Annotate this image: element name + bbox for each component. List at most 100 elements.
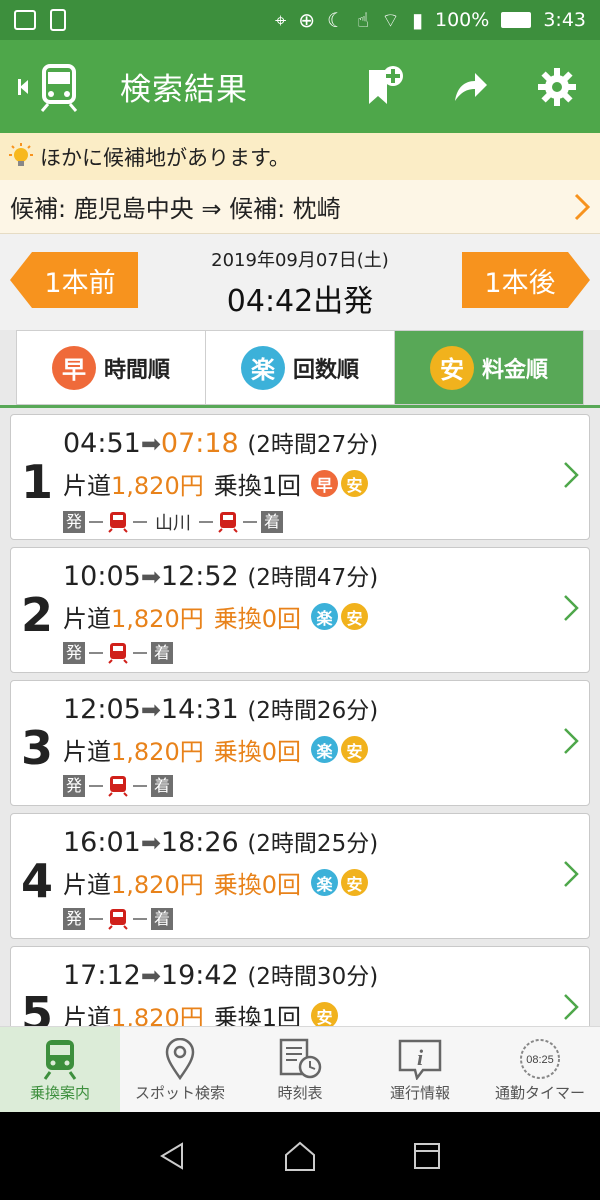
result-card[interactable]: 4 16:01➡18:26 (2時間25分) 片道 1,820円 乗換0回 楽 安… xyxy=(10,813,590,939)
chevron-right-icon xyxy=(564,861,579,887)
route-line: 発 着 xyxy=(63,642,174,664)
train-icon xyxy=(108,909,128,930)
chevron-right-icon xyxy=(564,728,579,754)
result-number: 5 xyxy=(21,987,54,1026)
route-line: 発 着 xyxy=(63,908,174,930)
home-icon[interactable] xyxy=(283,1140,317,1172)
result-number: 2 xyxy=(21,588,54,642)
previous-train-label: 1本前 xyxy=(44,267,116,299)
tab-fare-order[interactable]: 安 料金順 xyxy=(395,331,583,404)
timetable-icon xyxy=(279,1038,322,1079)
nav-label: 乗換案内 xyxy=(29,1084,90,1102)
fare-prefix: 片道 xyxy=(63,1004,111,1026)
route-end-tag: 着 xyxy=(151,642,174,664)
result-card[interactable]: 1 04:51➡07:18 (2時間27分) 片道 1,820円 乗換1回 早 安… xyxy=(10,414,590,540)
back-triangle-icon[interactable] xyxy=(158,1141,188,1171)
cheap-badge-icon: 安 xyxy=(429,345,474,390)
battery-percent: 100% xyxy=(435,9,490,31)
fare-amount: 1,820円 xyxy=(111,605,204,633)
fare-amount: 1,820円 xyxy=(111,871,204,899)
candidate-row[interactable]: 候補: 鹿児島中央 ⇒ 候補: 枕崎 xyxy=(0,180,600,234)
result-card[interactable]: 3 12:05➡14:31 (2時間26分) 片道 1,820円 乗換0回 楽 安… xyxy=(10,680,590,806)
departure-time: 10:05 xyxy=(63,561,141,592)
departure-time: 16:01 xyxy=(63,827,141,858)
duration: (2時間25分) xyxy=(247,831,379,857)
previous-train-button[interactable]: 1本前 xyxy=(10,252,138,308)
battery-icon xyxy=(501,12,532,28)
fare-prefix: 片道 xyxy=(63,472,111,500)
image-notification-icon xyxy=(14,10,36,30)
transfer-count: 乗換0回 xyxy=(213,738,301,766)
fare-line: 片道 1,820円 乗換1回 安 xyxy=(63,998,338,1026)
fast-badge-icon: 早 xyxy=(311,470,338,497)
duration: (2時間47分) xyxy=(247,565,379,591)
wifi-icon: ⌔ xyxy=(381,8,400,32)
departure-time: 17:12 xyxy=(63,960,141,991)
train-icon xyxy=(43,1040,77,1080)
tab-transfer-order[interactable]: 楽 回数順 xyxy=(206,331,395,404)
cheap-badge-icon: 安 xyxy=(341,736,368,763)
lightbulb-icon xyxy=(9,142,33,166)
result-card[interactable]: 5 17:12➡19:42 (2時間30分) 片道1,820円 乗換1回 安 発… xyxy=(10,946,590,1026)
results-list: 1 04:51➡07:18 (2時間27分) 片道 1,820円 乗換1回 早 安… xyxy=(0,408,600,1026)
arrival-time: 18:26 xyxy=(160,827,239,858)
settings-button[interactable] xyxy=(514,40,600,133)
route-start-tag: 発 xyxy=(63,775,86,797)
chevron-right-icon xyxy=(564,595,579,621)
arrival-time: 14:31 xyxy=(160,694,239,725)
back-train-icon xyxy=(18,63,78,112)
result-card[interactable]: 2 10:05➡12:52 (2時間47分) 片道 1,820円 乗換0回 楽 安… xyxy=(10,547,590,673)
departure-time: 04:42出発 xyxy=(226,284,374,319)
location-icon: ⌖ xyxy=(275,8,287,32)
bookmark-add-icon xyxy=(369,65,403,104)
departure-time: 12:05 xyxy=(63,694,141,725)
nav-spot-search[interactable]: スポット検索 xyxy=(120,1027,240,1112)
fare-prefix: 片道 xyxy=(63,738,111,766)
fare-line: 片道 1,820円 乗換0回 楽 安 xyxy=(63,865,368,900)
touch-icon: ☝ xyxy=(356,8,370,32)
recents-icon[interactable] xyxy=(412,1141,442,1171)
cheap-badge-icon: 安 xyxy=(311,1002,338,1026)
tab-label: 時間順 xyxy=(103,357,170,383)
route-end-tag: 着 xyxy=(261,511,284,533)
tab-time-order[interactable]: 早 時間順 xyxy=(17,331,206,404)
chevron-right-icon xyxy=(564,462,579,488)
back-button[interactable] xyxy=(0,40,100,133)
tab-label: 料金順 xyxy=(481,357,548,383)
route-end-tag: 着 xyxy=(151,908,174,930)
arrival-time: 12:52 xyxy=(160,561,239,592)
timer-icon: 08:25 xyxy=(520,1039,560,1079)
next-train-button[interactable]: 1本後 xyxy=(462,252,590,308)
route-start-tag: 発 xyxy=(63,642,86,664)
route-line: 発 山川 着 xyxy=(63,509,284,535)
fare-prefix: 片道 xyxy=(63,605,111,633)
train-icon xyxy=(108,512,128,533)
next-train-label: 1本後 xyxy=(484,267,556,299)
arrow-right-icon: ➡ xyxy=(140,696,161,724)
easy-badge-icon: 楽 xyxy=(311,736,338,763)
nav-service-info[interactable]: i 運行情報 xyxy=(360,1027,480,1112)
svg-text:i: i xyxy=(417,1045,424,1070)
system-nav-bar xyxy=(0,1112,600,1200)
bookmark-add-button[interactable] xyxy=(342,40,428,133)
route-line: 発 着 xyxy=(63,775,174,797)
cheap-badge-icon: 安 xyxy=(341,470,368,497)
arrow-right-icon: ➡ xyxy=(140,962,161,990)
signal-icon: ▮ xyxy=(411,8,423,32)
duration: (2時間27分) xyxy=(247,432,379,458)
gear-icon xyxy=(538,67,576,106)
transfer-count: 乗換0回 xyxy=(213,605,301,633)
sort-tabs: 早 時間順 楽 回数順 安 料金順 xyxy=(16,330,584,405)
candidate-text: 候補: 鹿児島中央 ⇒ 候補: 枕崎 xyxy=(10,195,341,223)
cheap-badge-icon: 安 xyxy=(341,869,368,896)
nav-timetable[interactable]: 時刻表 xyxy=(240,1027,360,1112)
tab-label: 回数順 xyxy=(292,357,359,383)
fare-amount: 1,820円 xyxy=(111,1004,204,1026)
nav-transit[interactable]: 乗換案内 xyxy=(0,1027,120,1112)
map-pin-icon xyxy=(165,1038,195,1080)
share-button[interactable] xyxy=(428,40,514,133)
duration: (2時間26分) xyxy=(247,698,379,724)
result-times: 17:12➡19:42 (2時間30分) xyxy=(63,957,378,991)
route-start-tag: 発 xyxy=(63,511,86,533)
nav-commute-timer[interactable]: 08:25 通勤タイマー xyxy=(480,1027,600,1112)
